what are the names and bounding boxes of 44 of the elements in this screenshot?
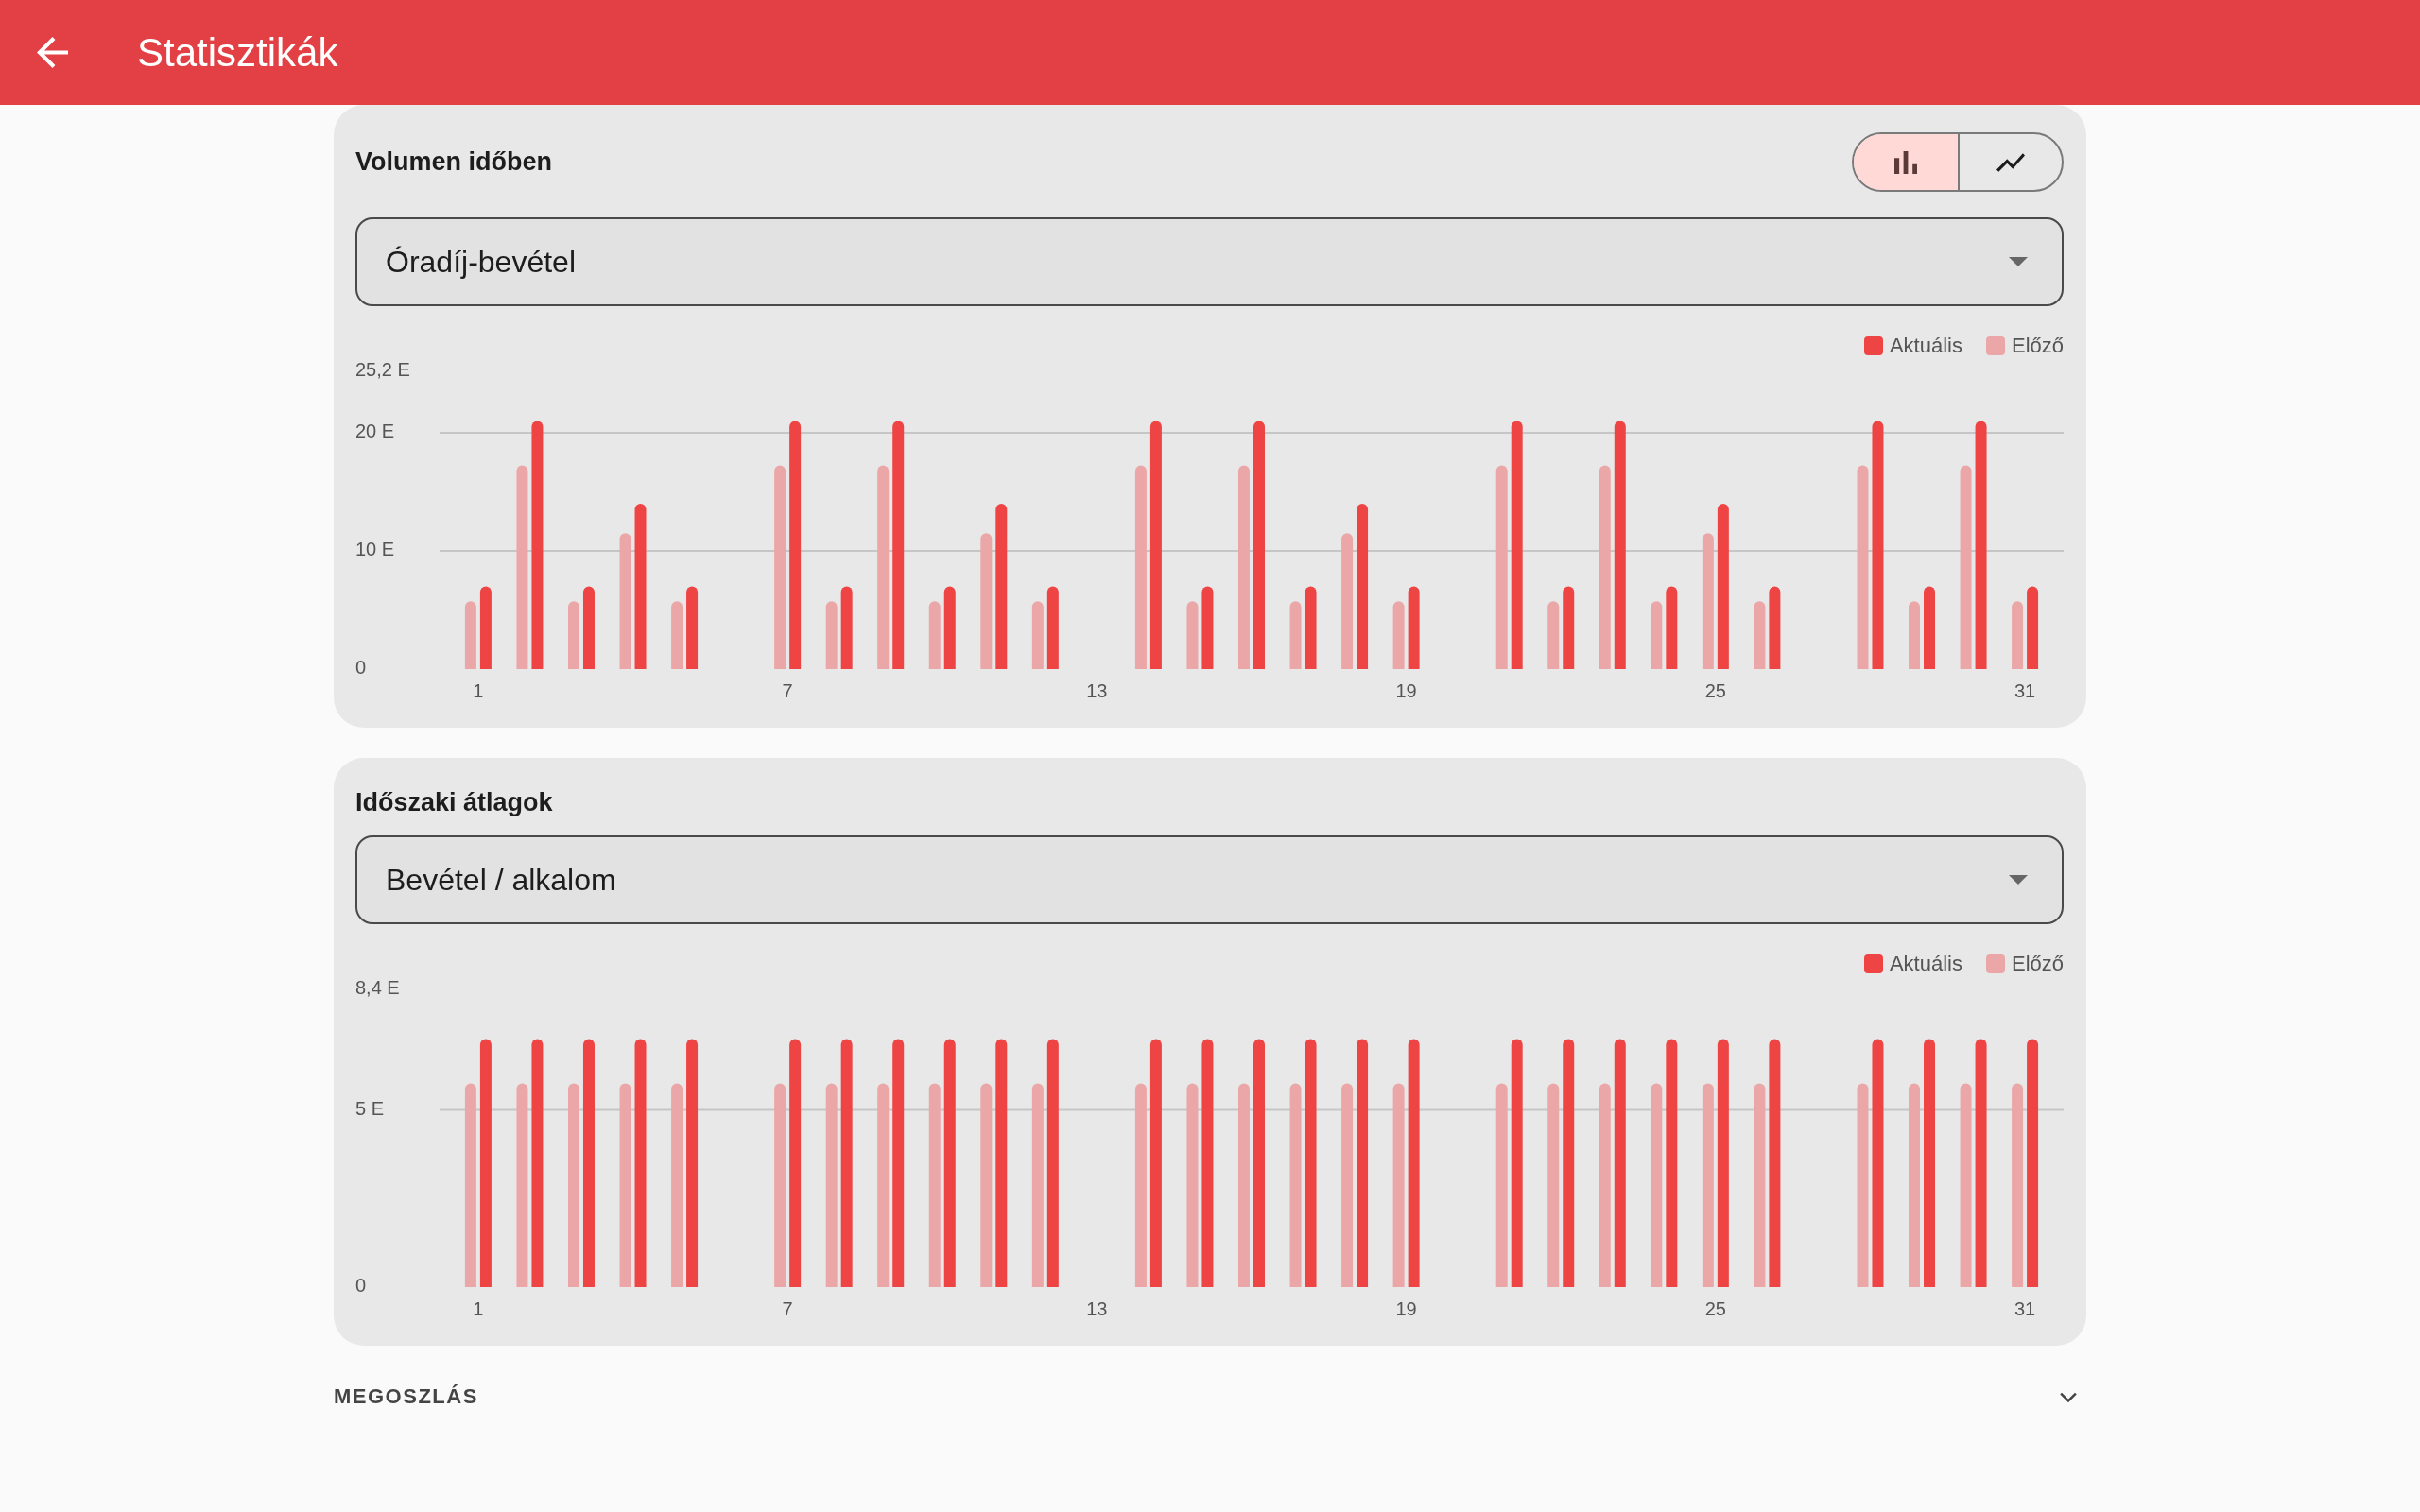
x-axis-label: 19 [1395,1298,1417,1320]
x-axis-label: 25 [1704,1298,1726,1320]
y-axis-label: 8,4 E [355,979,400,999]
caret-down-icon [2009,257,2028,266]
chart-bar [464,601,476,669]
card-title: Időszaki átlagok [355,787,553,817]
chart-bar [1754,601,1766,669]
x-axis-label: 25 [1704,680,1726,702]
arrow-left-icon [36,37,68,68]
legend-label: Előző [2011,952,2064,976]
x-axis-label: 1 [473,1298,484,1320]
chart-bar [1651,601,1663,669]
bar-chart-view-button[interactable] [1854,134,1958,190]
line-chart-icon [1996,152,2025,172]
x-axis-label: 31 [2014,680,2036,702]
x-axis-label: 31 [2014,1298,2036,1320]
chart-bar [568,601,579,669]
dropdown[interactable]: Bevétel / alkalom [355,835,2064,924]
chart-bar [1186,601,1199,669]
x-axis-label: 13 [1086,680,1108,702]
y-axis-label: 0 [355,657,367,679]
chart-bar [1547,601,1560,669]
chart-bar [1392,601,1405,669]
chart-bar [928,601,941,669]
page-title: Statisztikák [137,29,338,76]
chart-bar [2012,601,2024,669]
chart-bar [1031,601,1044,669]
x-axis-label: 7 [782,1298,793,1320]
caret-down-icon [2009,875,2028,885]
chart-bar [671,601,683,669]
y-axis-label: 0 [355,1275,367,1297]
chart-bar [825,601,838,669]
bar-chart-icon [1894,150,1917,174]
x-axis-label: 13 [1086,1298,1108,1320]
dropdown[interactable]: Óradíj-bevétel [355,217,2064,306]
x-axis-label: 1 [473,680,484,702]
card-title: Volumen időben [355,147,552,177]
y-axis-label: 5 E [355,1097,385,1119]
x-axis-label: 19 [1395,680,1417,702]
x-axis-label: 7 [782,680,793,702]
chart-bar [1289,601,1302,669]
section-header[interactable]: MEGOSZLÁS [334,1359,2086,1435]
legend-label: Aktuális [1889,952,1962,976]
chart-bar [1909,601,1920,669]
